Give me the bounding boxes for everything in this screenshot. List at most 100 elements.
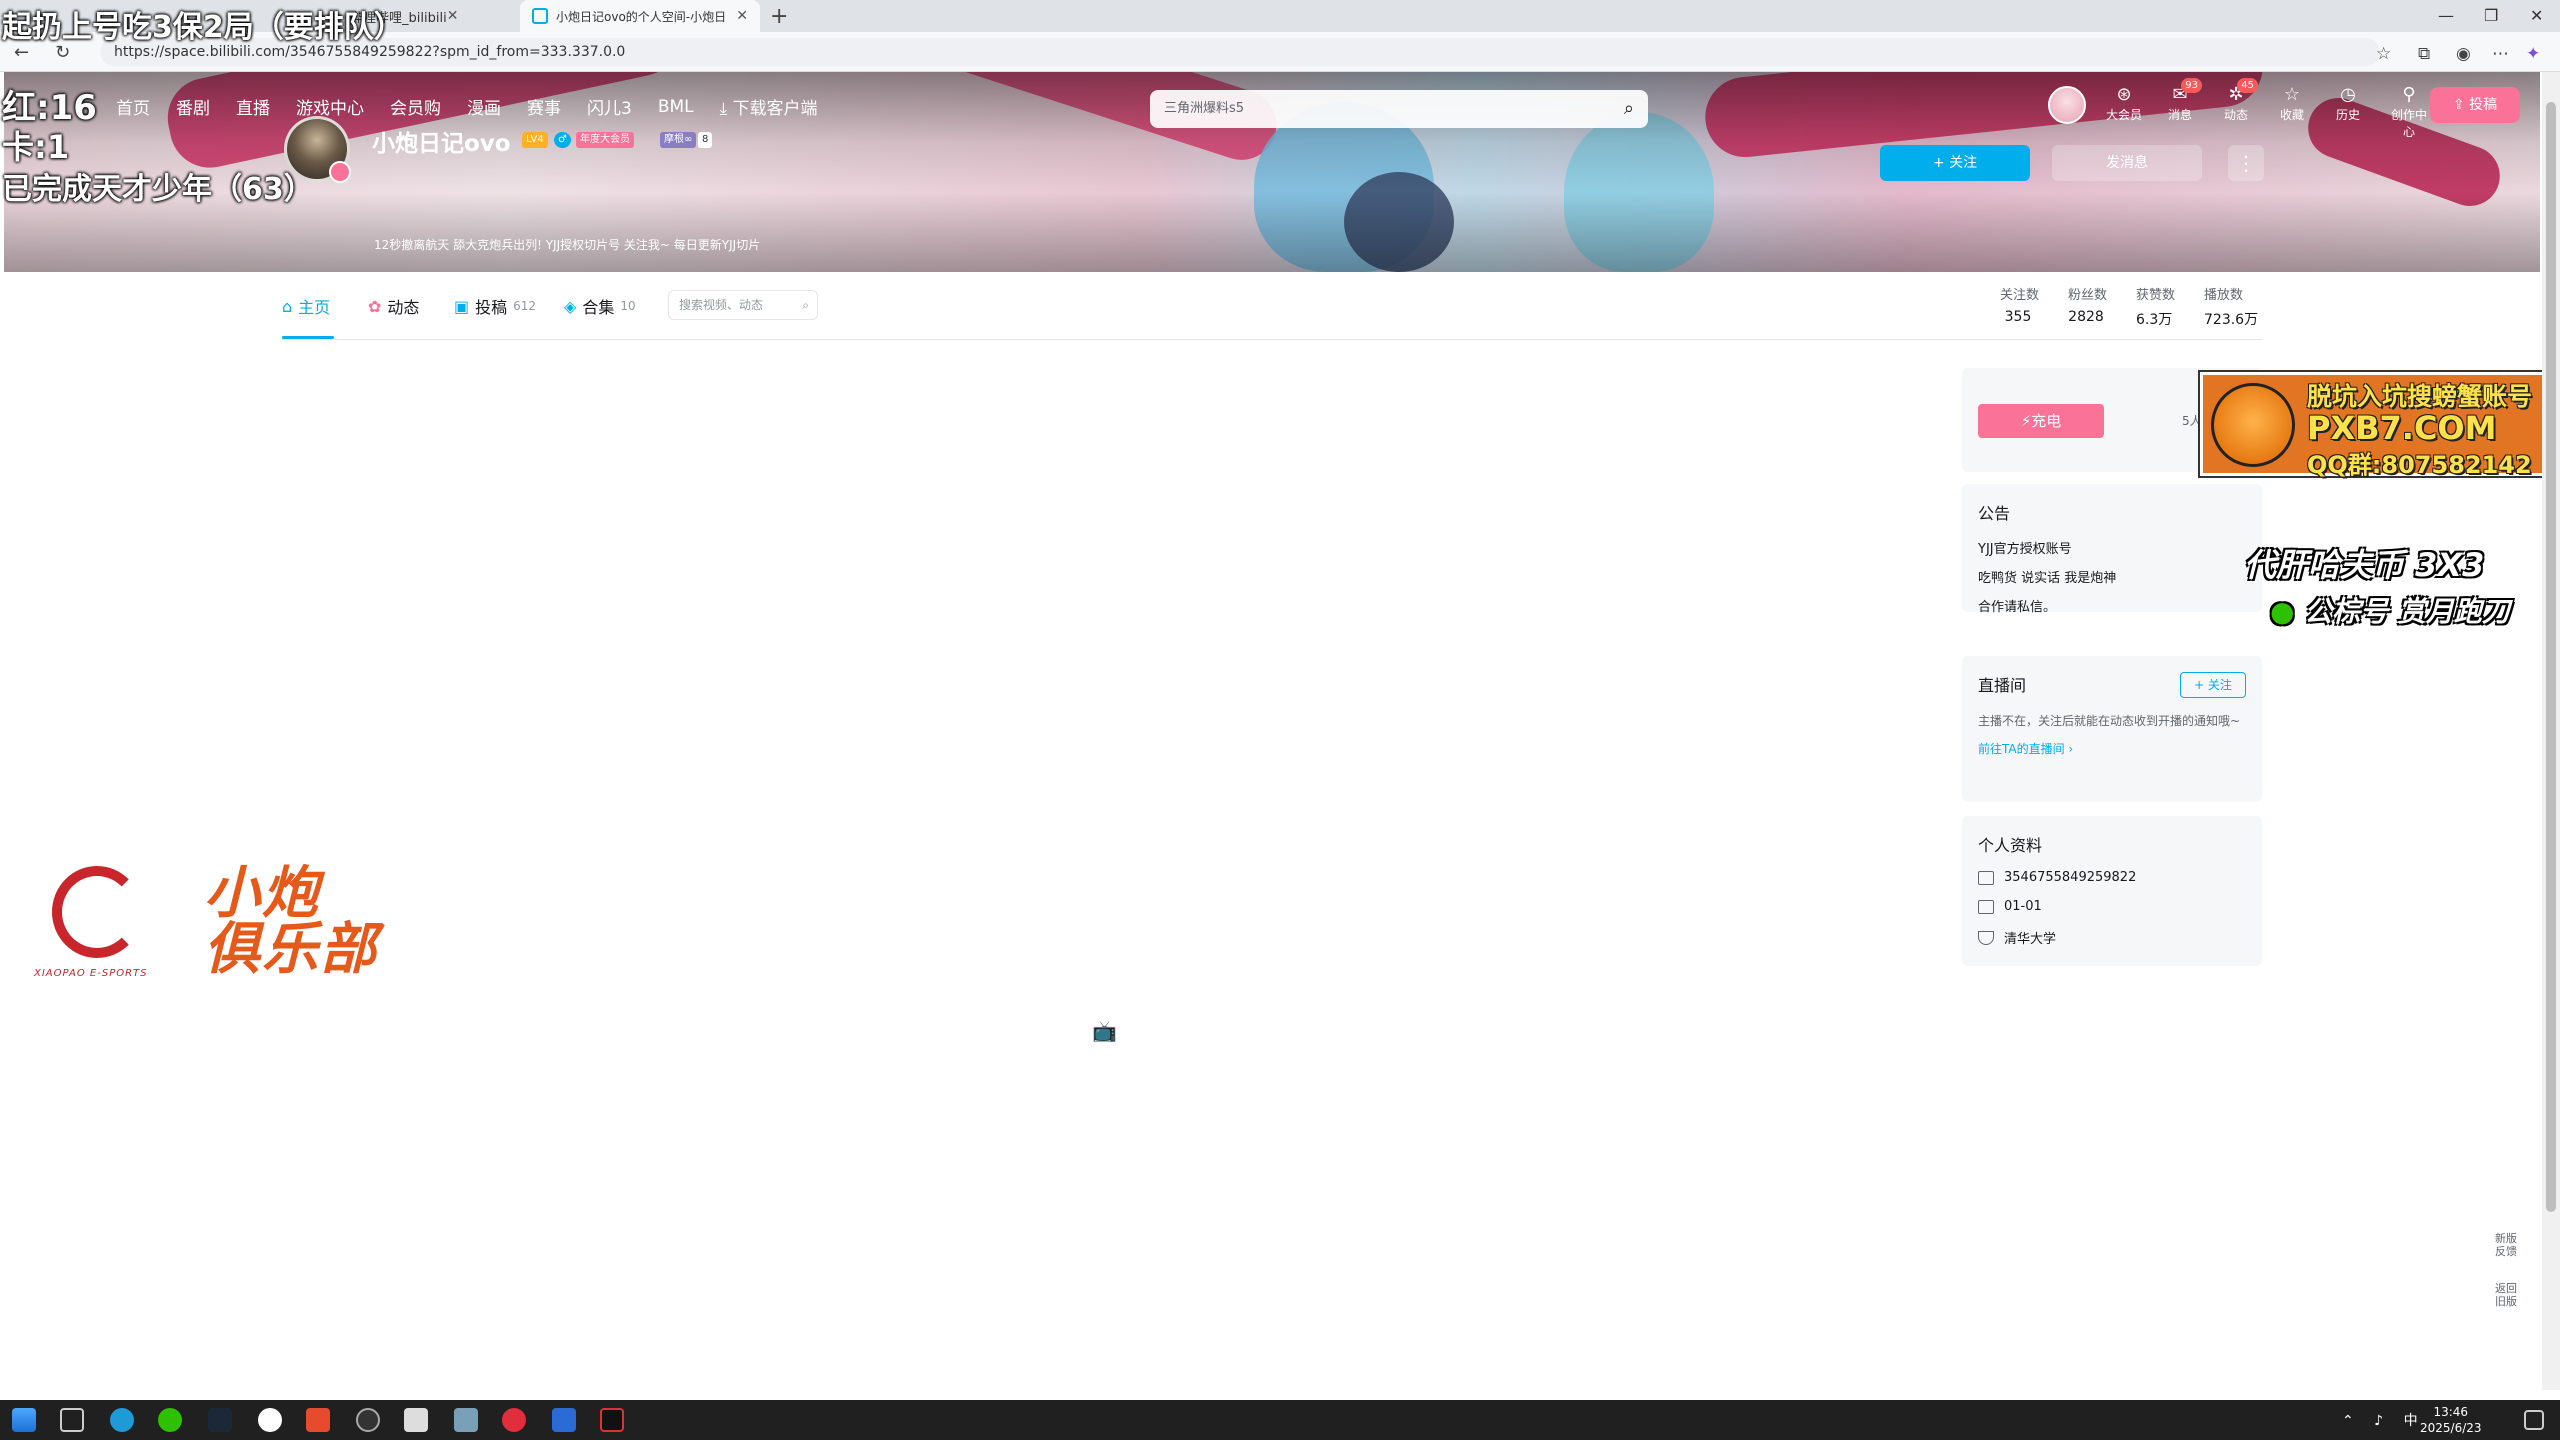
calendar-icon: [1978, 899, 1994, 914]
more-menu-icon[interactable]: ⋯: [2492, 44, 2509, 64]
school-row: 清华大学: [1978, 928, 2246, 947]
notice-title: 公告: [1978, 504, 2011, 523]
search-icon[interactable]: ⌕: [802, 291, 809, 319]
live-room-text: 主播不在，关注后就能在动态收到开播的通知哦~: [1978, 714, 2241, 728]
close-window-button[interactable]: ✕: [2530, 6, 2543, 25]
edge-icon[interactable]: [110, 1408, 134, 1432]
user-avatar[interactable]: [2048, 86, 2086, 124]
plane-icon[interactable]: [404, 1408, 428, 1432]
nav-match[interactable]: 赛事: [527, 94, 561, 119]
notification-icon[interactable]: [2524, 1410, 2544, 1430]
stat-fans[interactable]: 粉丝数 2828: [2068, 284, 2107, 329]
nav-game-center[interactable]: 游戏中心: [296, 94, 364, 119]
browser-tab-label: 小炮日记ovo的个人空间-小炮日记: [556, 9, 726, 24]
active-tab-indicator: [282, 336, 334, 339]
nav-favorite[interactable]: ☆ 收藏: [2274, 84, 2310, 123]
level-badge: LV4: [522, 132, 548, 148]
favorite-star-icon[interactable]: ☆: [2376, 44, 2391, 64]
nav-mall[interactable]: 会员购: [390, 94, 441, 119]
wechat-icon[interactable]: [158, 1408, 182, 1432]
search-input[interactable]: 三角洲爆料s5 ⌕: [1150, 90, 1648, 128]
nav-creator[interactable]: ⚲ 创作中心: [2386, 84, 2432, 140]
maximize-button[interactable]: ❐: [2484, 6, 2498, 25]
space-search-input[interactable]: 搜索视频、动态 ⌕: [668, 290, 818, 320]
back-old-version-button[interactable]: 返回旧版: [2490, 1282, 2522, 1308]
send-message-button[interactable]: 发消息: [2052, 145, 2202, 181]
follow-button[interactable]: + 关注: [1880, 145, 2030, 181]
ad-line-3: QQ群:807582142: [2307, 451, 2532, 479]
nav-flash[interactable]: 闪儿3: [587, 94, 632, 119]
close-tab-icon[interactable]: ✕: [736, 8, 748, 24]
tab-dynamic[interactable]: ✿ 动态: [368, 294, 419, 318]
notice-card: 公告 YJJ官方授权账号 吃鸭货 说实话 我是炮神 合作请私信。: [1962, 484, 2262, 615]
minimize-button[interactable]: —: [2438, 6, 2454, 25]
stat-following[interactable]: 关注数 355: [2000, 284, 2039, 329]
live-room-link[interactable]: 前往TA的直播间 ›: [1978, 740, 2246, 757]
graduation-cap-icon: [1978, 930, 1994, 945]
nav-bml[interactable]: BML: [658, 97, 694, 117]
scrollbar-thumb[interactable]: [2546, 102, 2556, 1212]
vip-tag: 年度大会员: [576, 132, 634, 148]
url-input[interactable]: https://space.bilibili.com/3546755849259…: [100, 38, 2380, 66]
gplus-icon[interactable]: [552, 1408, 576, 1432]
stream-ad-banner: 脱坑入坑搜螃蟹账号 PXB7.COM QQ群:807582142: [2200, 372, 2560, 479]
nav-download[interactable]: ⤓ 下载客户端: [720, 94, 818, 119]
capture-icon[interactable]: [600, 1408, 624, 1432]
star-icon: ☆: [2283, 84, 2301, 105]
nav-manga[interactable]: 漫画: [467, 94, 501, 119]
vip-icon: ⊛: [2116, 84, 2132, 105]
dynamic-badge: 45: [2237, 78, 2258, 93]
copilot-icon[interactable]: ✦: [2526, 44, 2540, 64]
profile-icon[interactable]: ◉: [2456, 44, 2471, 64]
ad2-line-1: 代肝哈夫币 3X3: [2244, 546, 2485, 584]
nav-vip[interactable]: ⊛ 大会员: [2106, 84, 2142, 123]
more-options-button[interactable]: ⋮: [2228, 145, 2264, 181]
profile-username: 小炮日记ovo: [372, 131, 511, 157]
stat-plays: 播放数 723.6万: [2204, 288, 2259, 328]
uid-row: 3546755849259822: [1978, 870, 2246, 885]
pendant-icon: [329, 161, 351, 183]
start-icon[interactable]: [12, 1408, 36, 1432]
nav-history[interactable]: ◷ 历史: [2330, 84, 2366, 123]
notice-line: 合作请私信。: [1978, 600, 2057, 615]
new-tab-button[interactable]: +: [770, 4, 788, 29]
collection-tab-icon: ◈: [564, 296, 577, 316]
steam-icon[interactable]: [208, 1408, 232, 1432]
nav-bangumi[interactable]: 番剧: [176, 94, 210, 119]
nav-live[interactable]: 直播: [236, 94, 270, 119]
feedback-button[interactable]: 新版反馈: [2490, 1232, 2522, 1258]
page-scrollbar[interactable]: [2542, 72, 2560, 1390]
search-icon[interactable]: ⌕: [1624, 90, 1634, 128]
nav-message[interactable]: ✉ 93 消息: [2162, 78, 2202, 123]
ad-line-1: 脱坑入坑搜螃蟹账号: [2307, 382, 2533, 411]
tab-videos[interactable]: ▣ 投稿 612: [454, 294, 536, 318]
notice-line: YJJ官方授权账号: [1978, 542, 2072, 557]
dynamic-tab-icon: ✿: [368, 296, 382, 316]
task-view-icon[interactable]: [60, 1408, 84, 1432]
tab-collections[interactable]: ◈ 合集 10: [564, 294, 636, 318]
game-icon[interactable]: [356, 1408, 380, 1432]
taskbar: ⌃ ♪ 中 13:46 2025/6/23: [0, 1400, 2560, 1440]
qq-icon[interactable]: [258, 1408, 282, 1432]
collections-icon[interactable]: ⧉: [2418, 44, 2430, 64]
browser-tab-space[interactable]: 小炮日记ovo的个人空间-小炮日记 ✕: [520, 0, 760, 32]
netease-music-icon[interactable]: [502, 1408, 526, 1432]
nav-home[interactable]: 首页: [116, 94, 150, 119]
notepad-icon[interactable]: [454, 1408, 478, 1432]
ad2-line-2: ● 公棕号 赏月跑刀: [2270, 595, 2510, 628]
taskbar-clock[interactable]: 13:46 2025/6/23: [2420, 1404, 2482, 1436]
upload-button[interactable]: ⇪ 投稿: [2430, 87, 2520, 123]
live-room-card: 直播间 + 关注 主播不在，关注后就能在动态收到开播的通知哦~ 前往TA的直播间…: [1962, 656, 2262, 802]
app-icon[interactable]: [306, 1408, 330, 1432]
close-tab-icon[interactable]: ✕: [447, 8, 459, 24]
nav-dynamic[interactable]: ✲ 45 动态: [2218, 78, 2258, 123]
profile-signature: 12秒撤离航天 舔大克炮兵出列! YJJ授权切片号 关注我~ 每日更新YJJ切片: [374, 238, 761, 252]
message-badge: 93: [2181, 78, 2202, 93]
charge-button[interactable]: ⚡充电: [1978, 404, 2104, 438]
tab-home[interactable]: ⌂ 主页: [282, 294, 330, 318]
system-tray[interactable]: ⌃ ♪ 中: [2342, 1410, 2426, 1430]
personal-info-title: 个人资料: [1978, 836, 2043, 855]
live-follow-button[interactable]: + 关注: [2180, 672, 2246, 698]
download-icon: ⤓: [719, 99, 733, 119]
gender-icon: ♂: [554, 132, 571, 148]
